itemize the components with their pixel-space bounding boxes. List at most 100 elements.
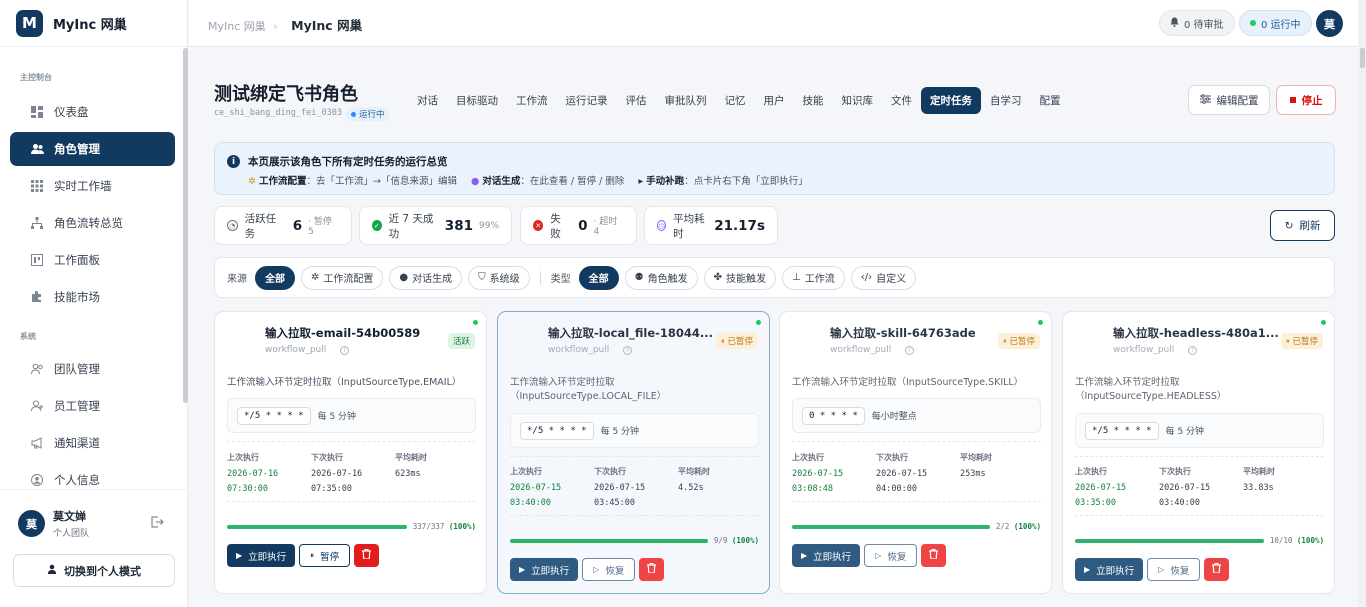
progress-text: 337/337 (100%) [413, 522, 476, 531]
help-icon[interactable]: ? [905, 346, 915, 355]
brand-logo: M [16, 9, 43, 37]
card-actions: ▶ 立即执行 ▷ 恢复 [510, 558, 665, 581]
stat-sub: · 暂停 5 [308, 217, 332, 237]
play-icon: ▶ [1084, 565, 1091, 574]
tab-memory[interactable]: 记忆 [716, 87, 755, 114]
pause-button[interactable]: ⏸ 暂停 [299, 544, 351, 567]
sidebar-item-staff[interactable]: 员工管理 [10, 389, 175, 423]
progress-text: 2/2 (100%) [996, 522, 1041, 531]
sidebar-scrollbar[interactable] [183, 48, 188, 403]
avg-label: 平均耗时 [395, 453, 427, 462]
tab-approval-queue[interactable]: 审批队列 [656, 87, 716, 114]
clock-icon: ◔ [227, 220, 238, 231]
sidebar-item-live-wall[interactable]: 实时工作墙 [10, 169, 175, 203]
type-chip-role[interactable]: ⚉ 角色触发 [624, 265, 698, 290]
delete-button[interactable] [639, 558, 665, 581]
type-chip-custom[interactable]: ‹/› 自定义 [850, 265, 917, 290]
sidebar-item-team[interactable]: 团队管理 [10, 352, 175, 386]
delete-button[interactable] [1204, 558, 1230, 581]
pending-approvals-pill[interactable]: 0 待审批 [1159, 10, 1235, 36]
stop-button[interactable]: 停止 [1276, 85, 1336, 115]
info-key: 手动补跑 [646, 176, 685, 187]
next-run-label: 下次执行 [311, 453, 343, 462]
brand[interactable]: M MyInc 网巢 [0, 0, 187, 47]
logout-icon[interactable] [151, 516, 164, 531]
task-card[interactable]: 输入拉取-skill-64763ade workflow_pull? ⏸ 已暂停 … [779, 311, 1052, 594]
help-icon[interactable]: ? [340, 346, 350, 355]
progress-text: 10/10 (100%) [1270, 536, 1324, 545]
trash-icon [362, 548, 372, 562]
task-card[interactable]: 输入拉取-headless-480a1... workflow_pull? ⏸ 已… [1062, 311, 1335, 594]
tab-workflow[interactable]: 工作流 [507, 87, 557, 114]
sidebar-item-role-flow[interactable]: 角色流转总览 [10, 206, 175, 240]
breadcrumb-parent[interactable]: MyInc 网巢 [208, 20, 266, 33]
info-item-manual: ▸ 手动补跑：点卡片右下角「立即执行」 [638, 176, 808, 187]
switch-personal-mode-button[interactable]: 切换到个人模式 [13, 554, 175, 587]
running-pill[interactable]: 0 运行中 [1239, 10, 1312, 36]
play-icon: ▶ [801, 551, 808, 560]
sidebar-item-notify[interactable]: 通知渠道 [10, 426, 175, 460]
help-icon[interactable]: ? [1188, 346, 1198, 355]
team-icon [30, 362, 44, 376]
tab-files[interactable]: 文件 [882, 87, 921, 114]
top-avatar[interactable]: 莫 [1316, 10, 1343, 37]
resume-button[interactable]: ▷ 恢复 [582, 558, 636, 581]
flow-icon: ⊥ [791, 272, 801, 283]
task-card[interactable]: 输入拉取-local_file-18044... workflow_pull? … [497, 311, 770, 594]
tab-self-learning[interactable]: 自学习 [981, 87, 1031, 114]
run-now-button[interactable]: ▶ 立即执行 [227, 544, 296, 567]
tab-config[interactable]: 配置 [1031, 87, 1070, 114]
progress-bar [510, 538, 708, 543]
delete-button[interactable] [921, 544, 947, 567]
run-now-button[interactable]: ▶ 立即执行 [792, 544, 861, 567]
run-now-button[interactable]: ▶ 立即执行 [510, 558, 579, 581]
last-run-date: 2026-07-15 [792, 469, 844, 479]
board-icon [30, 253, 44, 267]
gear-icon: ✲ [248, 176, 256, 187]
chat-icon: ● [471, 176, 480, 187]
pending-label: 0 待审批 [1184, 19, 1224, 31]
status-badge: 运行中 [346, 107, 390, 121]
status-badge: ⏸ 已暂停 [997, 333, 1040, 349]
task-type: workflow_pull? [830, 345, 915, 355]
source-chip-workflow[interactable]: ✲ 工作流配置 [301, 265, 384, 290]
tab-run-records[interactable]: 运行记录 [557, 87, 617, 114]
source-chip-all[interactable]: 全部 [255, 265, 295, 290]
refresh-button[interactable]: ↻ 刷新 [1270, 210, 1335, 241]
pause-icon: ⏸ [1002, 336, 1007, 345]
role-id: ce_shi_bang_ding_fei_0303 [214, 108, 342, 118]
last-run-time: 07:30:00 [227, 484, 268, 494]
tab-skills[interactable]: 技能 [794, 87, 833, 114]
tab-goal-driven[interactable]: 目标驱动 [447, 87, 507, 114]
tab-chat[interactable]: 对话 [408, 87, 447, 114]
help-icon[interactable]: ? [623, 346, 633, 355]
sidebar-item-skill-market[interactable]: 技能市场 [10, 280, 175, 314]
delete-button[interactable] [354, 544, 380, 567]
stat-value: 0 [578, 217, 588, 234]
type-chip-all[interactable]: 全部 [578, 265, 619, 290]
source-chip-chat[interactable]: ● 对话生成 [389, 265, 463, 290]
divider [1075, 456, 1324, 457]
run-now-button[interactable]: ▶ 立即执行 [1075, 558, 1144, 581]
source-chip-system[interactable]: ⛉ 系统级 [468, 265, 530, 290]
success-progress: 9/9 (100%) [510, 536, 759, 545]
tab-knowledge[interactable]: 知识库 [833, 87, 883, 114]
divider [1075, 515, 1324, 516]
edit-config-button[interactable]: 编辑配置 [1188, 85, 1270, 115]
sidebar-item-work-board[interactable]: 工作面板 [10, 243, 175, 277]
run-label: 立即执行 [531, 565, 570, 577]
type-chip-workflow[interactable]: ⊥ 工作流 [781, 265, 845, 290]
sidebar-item-roles[interactable]: 角色管理 [10, 132, 175, 166]
resume-label: 恢复 [605, 565, 625, 577]
page-scrollbar[interactable] [1358, 0, 1366, 607]
tab-users[interactable]: 用户 [755, 87, 794, 114]
resume-button[interactable]: ▷ 恢复 [864, 544, 918, 567]
tab-scheduled-tasks[interactable]: 定时任务 [921, 87, 981, 114]
resume-button[interactable]: ▷ 恢复 [1147, 558, 1201, 581]
stat-label: 失败 [550, 212, 561, 240]
next-run-time: 07:35:00 [311, 484, 352, 494]
tab-evaluation[interactable]: 评估 [617, 87, 656, 114]
type-chip-skill[interactable]: ✤ 技能触发 [703, 265, 776, 290]
task-card[interactable]: 输入拉取-email-54b00589 workflow_pull? 活跃 工作… [214, 311, 487, 594]
sidebar-item-dashboard[interactable]: 仪表盘 [10, 95, 175, 129]
